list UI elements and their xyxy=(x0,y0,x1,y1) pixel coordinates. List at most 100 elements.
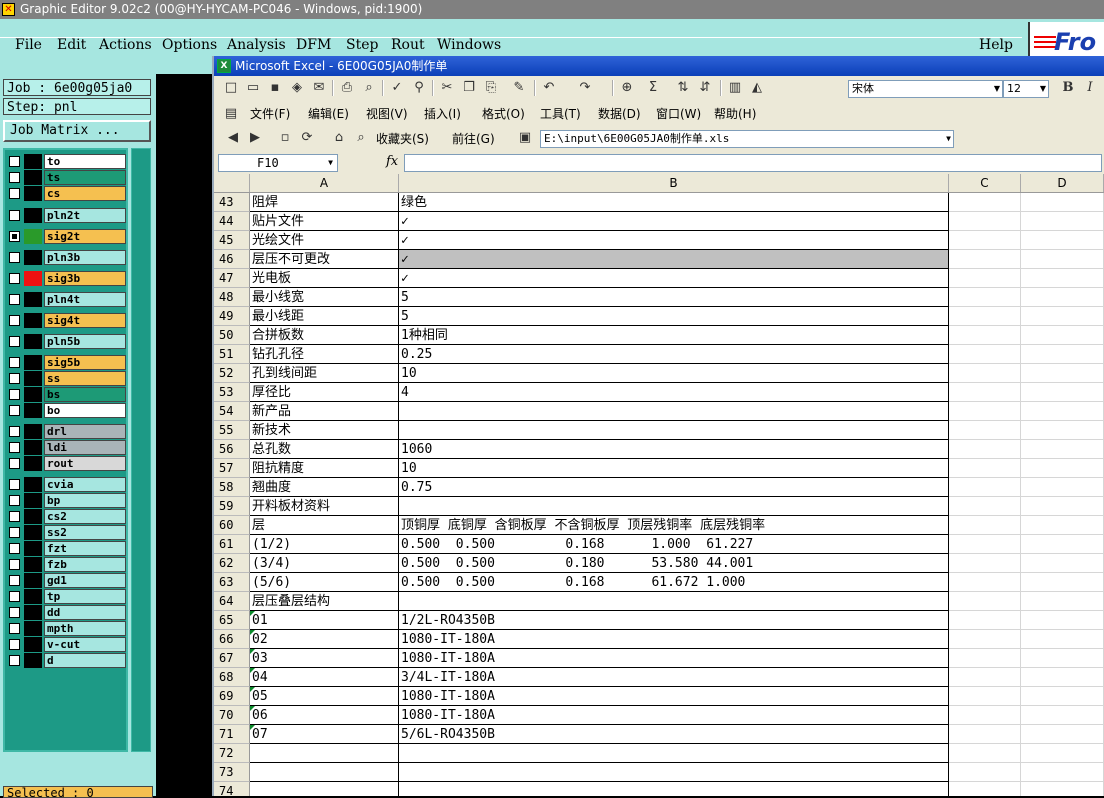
layer-checkbox[interactable] xyxy=(9,527,20,538)
row-header[interactable]: 52 xyxy=(214,364,250,383)
layer-name[interactable]: tp xyxy=(44,589,126,604)
row-header[interactable]: 61 xyxy=(214,535,250,554)
cell-a[interactable]: 最小线宽 xyxy=(250,288,399,307)
home-icon[interactable]: ⌂ xyxy=(330,129,348,147)
layer-checkbox[interactable] xyxy=(9,231,20,242)
layer-name[interactable]: mpth xyxy=(44,621,126,636)
layer-row[interactable]: v-cut xyxy=(7,637,126,652)
layer-checkbox[interactable] xyxy=(9,210,20,221)
cell-a[interactable]: 孔到线间距 xyxy=(250,364,399,383)
layer-row[interactable]: ldi xyxy=(7,440,126,455)
layer-row[interactable]: ss2 xyxy=(7,525,126,540)
cell-d[interactable] xyxy=(1021,345,1104,364)
cell-c[interactable] xyxy=(949,706,1021,725)
menu-dfm[interactable]: DFM xyxy=(296,37,331,53)
layer-row[interactable]: bs xyxy=(7,387,126,402)
menu-analysis[interactable]: Analysis xyxy=(227,37,286,53)
spelling-icon[interactable]: ✓ xyxy=(388,79,406,97)
cell-d[interactable] xyxy=(1021,193,1104,212)
cell-d[interactable] xyxy=(1021,554,1104,573)
cell-d[interactable] xyxy=(1021,231,1104,250)
cell-c[interactable] xyxy=(949,687,1021,706)
cell-a[interactable]: 层压叠层结构 xyxy=(250,592,399,611)
layer-checkbox[interactable] xyxy=(9,639,20,650)
cell-d[interactable] xyxy=(1021,326,1104,345)
cell-d[interactable] xyxy=(1021,212,1104,231)
cell-c[interactable] xyxy=(949,307,1021,326)
xl-menu-edit[interactable]: 编辑(E) xyxy=(308,102,349,126)
cell-d[interactable] xyxy=(1021,744,1104,763)
cell-b[interactable] xyxy=(399,421,949,440)
cell-c[interactable] xyxy=(949,402,1021,421)
fx-icon[interactable]: fx xyxy=(386,154,398,169)
drawing-icon[interactable]: ◭ xyxy=(748,79,766,97)
cell-c[interactable] xyxy=(949,630,1021,649)
layer-name[interactable]: fzt xyxy=(44,541,126,556)
row-header[interactable]: 49 xyxy=(214,307,250,326)
cell-c[interactable] xyxy=(949,497,1021,516)
cell-d[interactable] xyxy=(1021,421,1104,440)
layer-row[interactable]: rout xyxy=(7,456,126,471)
cell-b[interactable]: 4 xyxy=(399,383,949,402)
row-header[interactable]: 70 xyxy=(214,706,250,725)
menu-step[interactable]: Step xyxy=(346,37,378,53)
cell-d[interactable] xyxy=(1021,763,1104,782)
row-header[interactable]: 73 xyxy=(214,763,250,782)
cell-c[interactable] xyxy=(949,611,1021,630)
job-matrix-button[interactable]: Job Matrix ... xyxy=(3,120,151,142)
paste-icon[interactable]: ⎘ xyxy=(482,79,500,97)
cell-b[interactable]: 0.25 xyxy=(399,345,949,364)
cell-b[interactable]: 1080-IT-180A xyxy=(399,687,949,706)
cell-c[interactable] xyxy=(949,516,1021,535)
cell-a[interactable]: 新产品 xyxy=(250,402,399,421)
layer-checkbox[interactable] xyxy=(9,559,20,570)
cell-c[interactable] xyxy=(949,592,1021,611)
layer-name[interactable]: to xyxy=(44,154,126,169)
cell-c[interactable] xyxy=(949,193,1021,212)
menu-file[interactable]: File xyxy=(15,37,42,53)
sort-descending-icon[interactable]: ⇵ xyxy=(696,79,714,97)
layer-checkbox[interactable] xyxy=(9,479,20,490)
cell-d[interactable] xyxy=(1021,402,1104,421)
cell-d[interactable] xyxy=(1021,288,1104,307)
cell-b[interactable]: 绿色 xyxy=(399,193,949,212)
layer-row[interactable]: pln4t xyxy=(7,292,126,307)
cell-a[interactable]: 厚径比 xyxy=(250,383,399,402)
cell-c[interactable] xyxy=(949,326,1021,345)
layer-name[interactable]: rout xyxy=(44,456,126,471)
cell-c[interactable] xyxy=(949,478,1021,497)
layer-name[interactable]: ts xyxy=(44,170,126,185)
cell-c[interactable] xyxy=(949,345,1021,364)
cell-c[interactable] xyxy=(949,668,1021,687)
layer-name[interactable]: fzb xyxy=(44,557,126,572)
cell-d[interactable] xyxy=(1021,497,1104,516)
cell-c[interactable] xyxy=(949,231,1021,250)
cell-a[interactable] xyxy=(250,782,399,796)
name-box[interactable]: F10 ▼ xyxy=(218,154,338,172)
cell-c[interactable] xyxy=(949,440,1021,459)
back-icon[interactable]: ◀ xyxy=(224,129,242,147)
layer-checkbox[interactable] xyxy=(9,156,20,167)
menu-rout[interactable]: Rout xyxy=(391,37,425,53)
row-header[interactable]: 60 xyxy=(214,516,250,535)
open-icon[interactable]: ▭ xyxy=(244,79,262,97)
layer-name[interactable]: sig5b xyxy=(44,355,126,370)
cell-a[interactable]: 贴片文件 xyxy=(250,212,399,231)
cell-b[interactable]: 1种相同 xyxy=(399,326,949,345)
xl-menu-data[interactable]: 数据(D) xyxy=(598,102,641,126)
layer-name[interactable]: ss2 xyxy=(44,525,126,540)
layer-name[interactable]: sig3b xyxy=(44,271,126,286)
cell-d[interactable] xyxy=(1021,364,1104,383)
menu-help[interactable]: Help xyxy=(979,37,1013,53)
select-all-corner[interactable] xyxy=(214,174,250,192)
menu-actions[interactable]: Actions xyxy=(99,37,152,53)
cell-b[interactable]: 1080-IT-180A xyxy=(399,630,949,649)
autosum-icon[interactable]: Σ xyxy=(644,79,662,97)
layer-checkbox[interactable] xyxy=(9,172,20,183)
menu-windows[interactable]: Windows xyxy=(437,37,501,53)
cell-d[interactable] xyxy=(1021,649,1104,668)
layer-name[interactable]: pln4t xyxy=(44,292,126,307)
print-preview-icon[interactable]: ⌕ xyxy=(360,79,378,97)
layer-checkbox[interactable] xyxy=(9,607,20,618)
document-icon[interactable]: ▤ xyxy=(222,105,240,123)
